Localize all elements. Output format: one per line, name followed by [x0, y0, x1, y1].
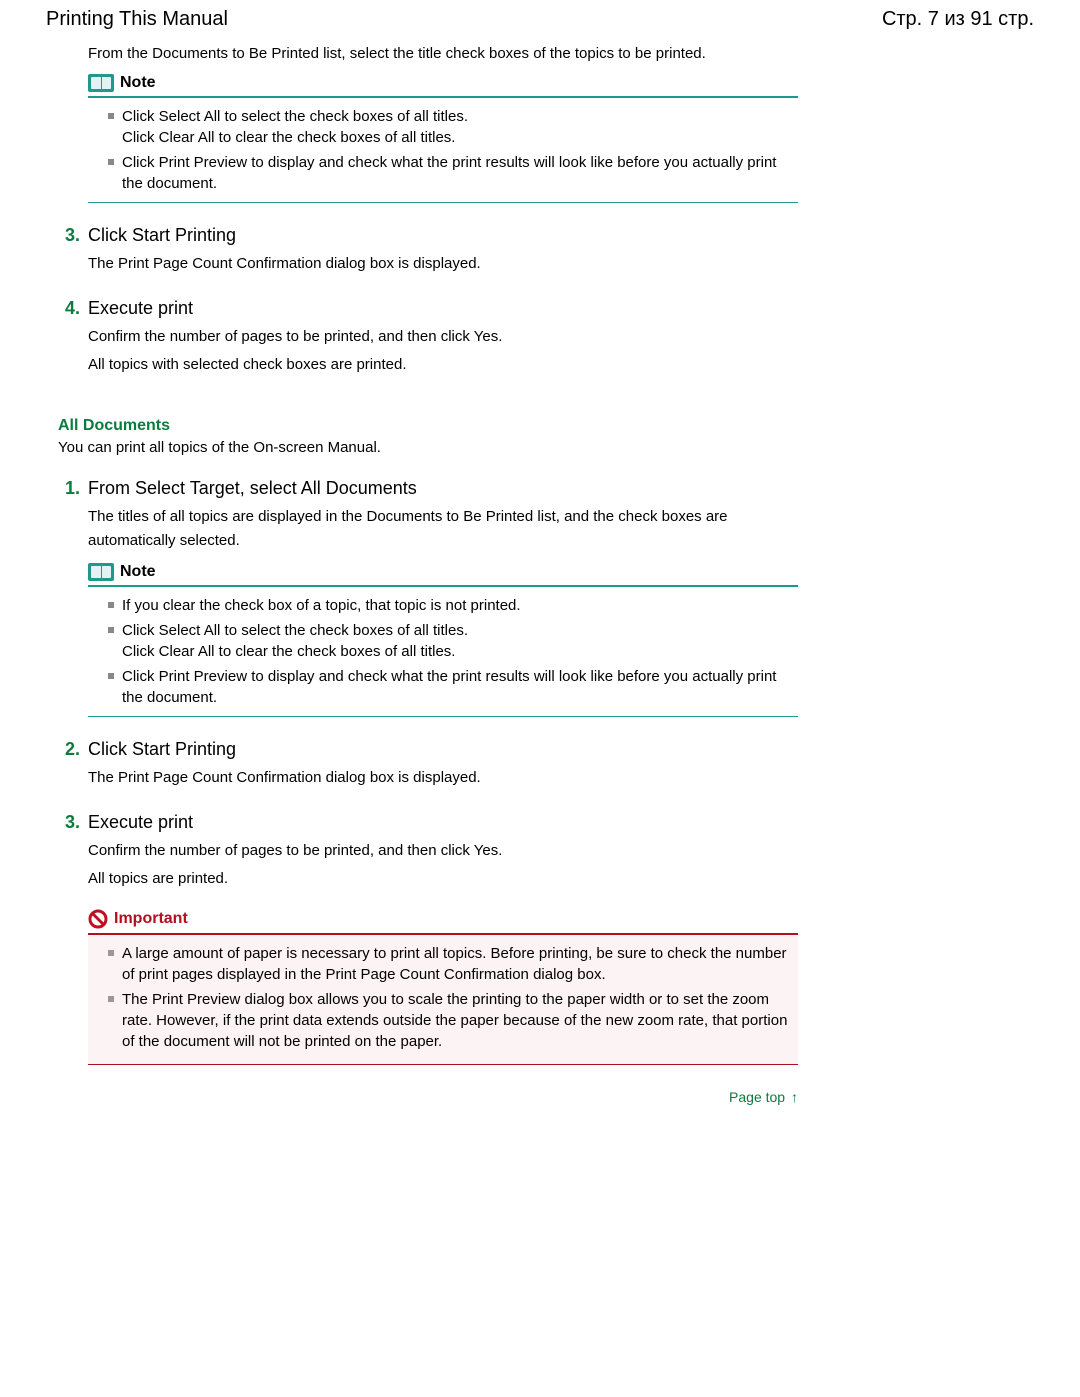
s2-step-2: 2. Click Start Printing The Print Page C…	[58, 739, 798, 790]
note-label: Note	[120, 563, 156, 581]
note-list: If you clear the check box of a topic, t…	[88, 595, 798, 708]
note-list: Click Select All to select the check box…	[88, 106, 798, 194]
important-box: Important A large amount of paper is nec…	[88, 905, 798, 1065]
important-item: A large amount of paper is necessary to …	[108, 943, 788, 985]
step-body: Confirm the number of pages to be printe…	[88, 839, 798, 891]
note-box: Note Click Select All to select the chec…	[88, 74, 798, 203]
step-number: 2.	[58, 739, 80, 760]
note-item: Click Print Preview to display and check…	[108, 666, 798, 708]
note-text: Click Clear All to clear the check boxes…	[122, 129, 455, 146]
section-heading: All Documents	[58, 417, 798, 435]
note-text: If you clear the check box of a topic, t…	[122, 597, 521, 614]
important-label: Important	[114, 910, 188, 928]
page-top-label: Page top	[729, 1089, 785, 1105]
arrow-up-icon: ↑	[791, 1089, 798, 1105]
note-label: Note	[120, 74, 156, 92]
step-text: All topics with selected check boxes are…	[88, 353, 798, 377]
step-text: Confirm the number of pages to be printe…	[88, 325, 798, 349]
page-top-link[interactable]: Page top ↑	[729, 1089, 798, 1105]
step-title: Execute print	[88, 812, 193, 833]
note-text: Click Print Preview to display and check…	[122, 668, 776, 706]
step-header: 2. Click Start Printing	[58, 739, 798, 760]
step-text: The titles of all topics are displayed i…	[88, 505, 798, 553]
note-icon	[88, 563, 114, 581]
step-3: 3. Click Start Printing The Print Page C…	[58, 225, 798, 276]
note-item: Click Print Preview to display and check…	[108, 152, 798, 194]
important-list: A large amount of paper is necessary to …	[88, 935, 798, 1064]
step-body: Confirm the number of pages to be printe…	[88, 325, 798, 377]
step-text: The Print Page Count Confirmation dialog…	[88, 252, 798, 276]
page-header: Printing This Manual Стр. 7 из 91 стр.	[40, 8, 1040, 31]
step-number: 3.	[58, 225, 80, 246]
step-text: The Print Page Count Confirmation dialog…	[88, 766, 798, 790]
note-box: Note If you clear the check box of a top…	[88, 563, 798, 717]
section-intro: You can print all topics of the On-scree…	[58, 439, 798, 456]
intro-text: From the Documents to Be Printed list, s…	[88, 45, 798, 62]
note-text: Click Print Preview to display and check…	[122, 154, 776, 192]
important-item: The Print Preview dialog box allows you …	[108, 989, 788, 1052]
important-divider	[88, 1064, 798, 1065]
step-title: Click Start Printing	[88, 739, 236, 760]
s2-step-1: 1. From Select Target, select All Docume…	[58, 478, 798, 553]
note-divider	[88, 716, 798, 717]
page-indicator: Стр. 7 из 91 стр.	[882, 8, 1034, 31]
step-body: The Print Page Count Confirmation dialog…	[88, 766, 798, 790]
step-4: 4. Execute print Confirm the number of p…	[58, 298, 798, 377]
manual-page: Printing This Manual Стр. 7 из 91 стр. F…	[0, 0, 1080, 1146]
note-header: Note	[88, 563, 798, 587]
step-title: From Select Target, select All Documents	[88, 478, 417, 499]
step-number: 3.	[58, 812, 80, 833]
step-title: Execute print	[88, 298, 193, 319]
note-item: Click Select All to select the check box…	[108, 620, 798, 662]
step-body: The titles of all topics are displayed i…	[88, 505, 798, 553]
note-item: If you clear the check box of a topic, t…	[108, 595, 798, 616]
page-title: Printing This Manual	[46, 8, 228, 31]
note-header: Note	[88, 74, 798, 98]
note-item: Click Select All to select the check box…	[108, 106, 798, 148]
note-divider	[88, 202, 798, 203]
step-body: The Print Page Count Confirmation dialog…	[88, 252, 798, 276]
step-text: All topics are printed.	[88, 867, 798, 891]
step-header: 3. Execute print	[58, 812, 798, 833]
s2-step-3: 3. Execute print Confirm the number of p…	[58, 812, 798, 891]
prohibited-icon	[88, 909, 108, 929]
note-text: Click Select All to select the check box…	[122, 108, 468, 125]
page-top-container: Page top ↑	[88, 1089, 798, 1106]
note-text: Click Select All to select the check box…	[122, 622, 468, 639]
step-header: 3. Click Start Printing	[58, 225, 798, 246]
note-icon	[88, 74, 114, 92]
important-header: Important	[88, 905, 798, 935]
step-text: Confirm the number of pages to be printe…	[88, 839, 798, 863]
note-text: Click Clear All to clear the check boxes…	[122, 643, 455, 660]
content-area: From the Documents to Be Printed list, s…	[58, 45, 798, 1106]
step-header: 4. Execute print	[58, 298, 798, 319]
step-title: Click Start Printing	[88, 225, 236, 246]
step-number: 4.	[58, 298, 80, 319]
step-number: 1.	[58, 478, 80, 499]
step-header: 1. From Select Target, select All Docume…	[58, 478, 798, 499]
